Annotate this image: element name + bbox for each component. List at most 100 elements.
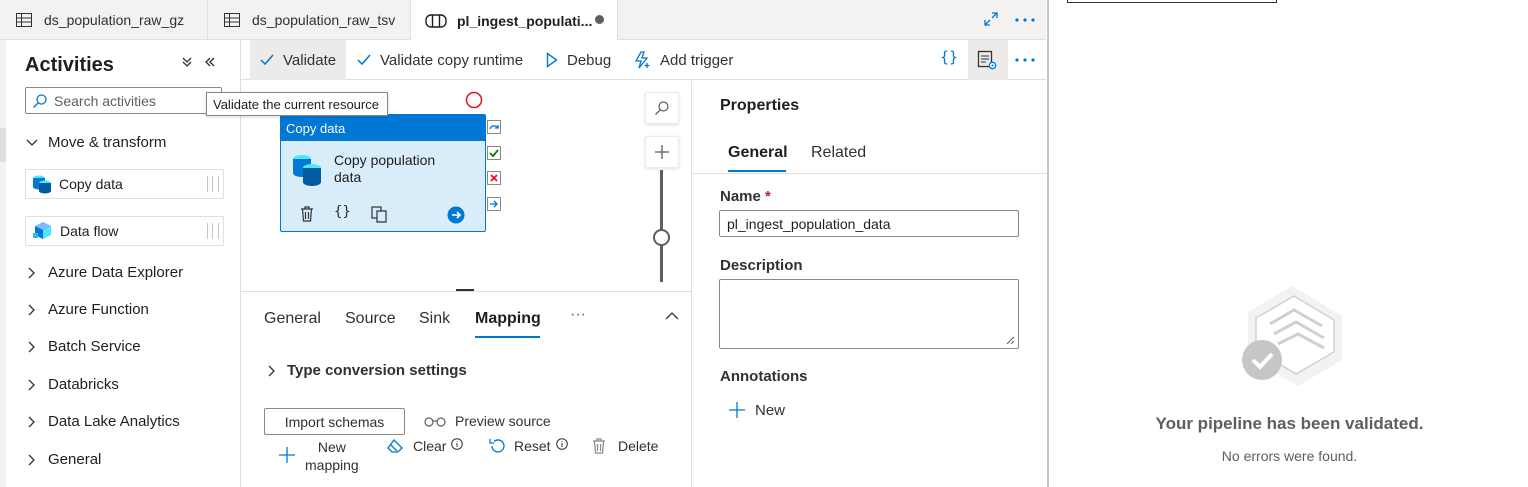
validate-tooltip: Validate the current resource [206, 92, 388, 116]
activity-details-panel: General Source Sink Mapping ··· Type con… [241, 291, 691, 487]
failure-connector-icon[interactable] [487, 171, 501, 185]
checkmark-icon [260, 54, 274, 66]
copy-data-activity-node[interactable]: Copy data Copy population data {} [280, 114, 486, 232]
pipeline-name-input[interactable]: pl_ingest_population_data [719, 210, 1019, 237]
new-annotation-label: New [755, 401, 786, 419]
more-tabs-button[interactable]: ··· [570, 306, 586, 324]
panel-top-fragment [1067, 0, 1277, 3]
new-mapping-line2: mapping [305, 457, 359, 473]
error-indicator-icon [465, 91, 483, 109]
divider [692, 173, 1047, 174]
new-mapping-button[interactable]: New mapping [305, 438, 359, 474]
plus-icon[interactable] [278, 446, 296, 464]
delete-icon[interactable] [300, 206, 314, 222]
new-annotation-button[interactable]: New [728, 401, 785, 419]
drag-handle[interactable] [207, 223, 219, 239]
delete-mapping-button[interactable]: Delete [592, 438, 658, 454]
category-batch-service[interactable]: Batch Service [26, 338, 141, 355]
success-connector-icon[interactable] [487, 146, 501, 160]
validation-title: Your pipeline has been validated. [1155, 414, 1424, 433]
validate-copy-runtime-label: Validate copy runtime [380, 51, 524, 69]
chevron-right-icon [28, 454, 35, 465]
collapse-panel-icon[interactable] [204, 56, 216, 68]
debug-button[interactable]: Debug [546, 40, 611, 80]
table-icon [224, 13, 240, 27]
pipeline-toolbar: Validate Validate copy runtime Debug Add… [241, 40, 1046, 80]
activity-label: Copy data [59, 176, 123, 192]
activity-label: Data flow [60, 223, 119, 239]
copy-data-icon [33, 175, 51, 194]
node-name-line2: data [334, 169, 362, 185]
category-label: Databricks [48, 376, 119, 393]
node-name: Copy population data [334, 152, 435, 186]
validate-label: Validate [283, 51, 337, 69]
properties-panel: Properties General Related Name * pl_ing… [691, 81, 1047, 487]
tab-pl-ingest-population[interactable]: pl_ingest_populati... [411, 0, 618, 41]
clear-button[interactable]: Clear [387, 438, 464, 454]
category-data-lake-analytics[interactable]: Data Lake Analytics [26, 413, 180, 430]
properties-tab-general[interactable]: General [728, 144, 788, 162]
category-general[interactable]: General [26, 451, 101, 468]
annotations-label: Annotations [720, 368, 808, 385]
activity-data-flow[interactable]: Data flow [25, 216, 224, 246]
drag-handle[interactable] [207, 176, 219, 192]
chevron-right-icon [28, 416, 35, 427]
clear-label: Clear [413, 438, 447, 454]
completion-connector-icon[interactable] [487, 197, 501, 211]
category-azure-data-explorer[interactable]: Azure Data Explorer [26, 264, 183, 281]
validation-output-panel: Your pipeline has been validated. No err… [1047, 0, 1528, 487]
go-to-details-icon[interactable] [447, 206, 465, 224]
more-icon[interactable] [1015, 58, 1035, 62]
properties-tab-related[interactable]: Related [811, 144, 866, 162]
unsaved-indicator [595, 15, 604, 24]
reset-label: Reset [514, 438, 551, 454]
new-mapping-line1: New [317, 439, 346, 455]
description-textarea[interactable] [719, 279, 1019, 349]
tab-mapping[interactable]: Mapping [475, 310, 541, 328]
glasses-icon [424, 417, 446, 427]
tab-label: ds_population_raw_tsv [252, 12, 396, 28]
tab-ds-population-raw-gz[interactable]: ds_population_raw_gz [0, 0, 208, 40]
add-trigger-button[interactable]: Add trigger [633, 40, 733, 80]
data-flow-icon [33, 222, 51, 239]
tab-general[interactable]: General [264, 310, 321, 328]
active-tab-underline [728, 170, 786, 172]
zoom-in-button[interactable] [645, 136, 679, 168]
tab-sink[interactable]: Sink [419, 310, 450, 328]
activity-copy-data[interactable]: Copy data [25, 169, 224, 199]
import-schemas-button[interactable]: Import schemas [264, 408, 405, 435]
preview-source-button[interactable]: Preview source [424, 413, 551, 429]
checkmark-icon [357, 54, 371, 66]
description-label: Description [720, 257, 803, 274]
expand-icon[interactable] [984, 12, 998, 26]
category-move-transform[interactable]: Move & transform [26, 134, 166, 151]
reset-button[interactable]: Reset [488, 438, 568, 454]
chevron-up-icon[interactable] [665, 312, 679, 320]
category-databricks[interactable]: Databricks [26, 376, 119, 393]
collapse-all-icon[interactable] [181, 56, 193, 68]
zoom-slider-thumb[interactable] [653, 229, 670, 246]
validate-copy-runtime-button[interactable]: Validate copy runtime [357, 40, 523, 80]
clone-icon[interactable] [371, 206, 387, 223]
category-azure-function[interactable]: Azure Function [26, 301, 149, 318]
properties-icon[interactable] [977, 50, 997, 70]
tab-ds-population-raw-tsv[interactable]: ds_population_raw_tsv [208, 0, 411, 40]
tab-source[interactable]: Source [345, 310, 396, 328]
resize-grip-icon[interactable] [1005, 335, 1015, 345]
more-icon[interactable] [1015, 18, 1035, 22]
search-activities-input[interactable]: Search activities [25, 87, 222, 114]
zoom-search-button[interactable] [645, 92, 679, 124]
chevron-right-icon [28, 267, 35, 278]
code-icon[interactable]: {} [334, 204, 351, 220]
type-conversion-settings[interactable]: Type conversion settings [268, 362, 467, 379]
search-icon [33, 93, 47, 108]
table-icon [16, 13, 32, 27]
skip-connector-icon[interactable] [487, 120, 501, 134]
plus-icon [655, 145, 669, 159]
code-icon[interactable]: {} [940, 48, 958, 66]
validate-button[interactable]: Validate [260, 40, 336, 80]
lightning-icon [634, 51, 650, 69]
zoom-slider-track[interactable] [660, 170, 663, 282]
tab-label: ds_population_raw_gz [44, 12, 185, 28]
category-label: Move & transform [48, 134, 167, 151]
